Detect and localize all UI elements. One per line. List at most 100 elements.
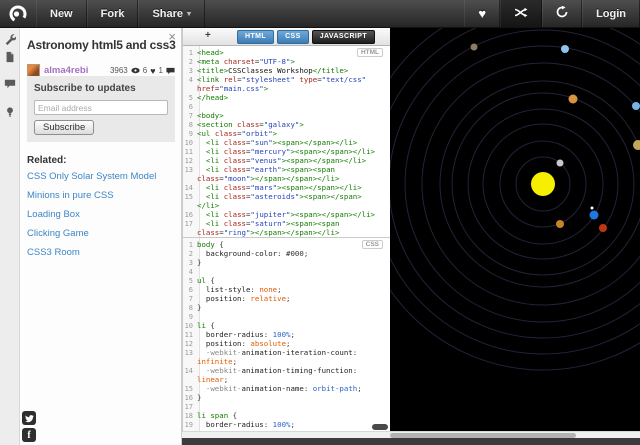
refresh-button[interactable] xyxy=(542,0,583,27)
code-line: 5 ul { xyxy=(188,276,215,285)
planet-mars xyxy=(599,224,607,232)
planet-sun xyxy=(531,172,555,196)
solar-system-preview xyxy=(390,28,640,371)
code-line: 10 li { xyxy=(184,321,215,330)
code-line: 16 <li class="jupiter"><span></span></li… xyxy=(184,210,376,219)
preview-panel xyxy=(390,28,640,431)
editor-column: + HTML CSS JAVASCRIPT HTML 1 <head> 2 <meta c… xyxy=(182,28,391,431)
heart-icon: ♥ xyxy=(478,6,487,21)
code-line: 19 border-radius: 100%; xyxy=(184,420,295,429)
planet-earth xyxy=(589,210,599,220)
code-line: 5 </head> xyxy=(188,93,229,102)
topbar-right: ♥ Login xyxy=(464,0,640,27)
cssdeck-app: New Fork Share ▾ ♥ Login × Astronomy htm… xyxy=(0,0,640,445)
html-editor[interactable]: HTML 1 <head> 2 <meta charset="UTF-8"> 3 <tit… xyxy=(183,46,391,237)
code-line: 2 background-color: #000; xyxy=(188,249,309,258)
code-line: href="main.css"> xyxy=(197,84,269,93)
subscribe-heading: Subscribe to updates xyxy=(34,83,136,94)
planet-jupiter xyxy=(568,94,578,104)
related-link[interactable]: Loading Box xyxy=(27,209,177,220)
code-line: 6 xyxy=(188,103,193,111)
comment-icon xyxy=(166,67,175,75)
related-link[interactable]: CSS Only Solar System Model xyxy=(27,171,177,182)
code-line: 6 list-style: none; xyxy=(188,285,282,294)
code-line: 4 xyxy=(188,268,193,276)
code-line: linear; xyxy=(197,375,229,384)
code-line: 11 <li class="mercury"><span></span></li… xyxy=(184,147,376,156)
editor-tabs: HTML CSS JAVASCRIPT xyxy=(237,30,375,44)
code-line: 8} xyxy=(188,303,202,312)
shuffle-icon xyxy=(514,7,528,21)
tab-html[interactable]: HTML xyxy=(237,30,275,44)
html-badge: HTML xyxy=(356,48,383,57)
horizontal-scrollbar[interactable] xyxy=(182,431,640,438)
code-line: 18 li span { xyxy=(184,411,238,420)
planet-mercury xyxy=(556,159,564,167)
code-line: 3} xyxy=(188,258,202,267)
share-menu-button[interactable]: Share ▾ xyxy=(138,0,206,27)
tab-css[interactable]: CSS xyxy=(277,30,309,44)
stats: 3963 6 ♥ 1 xyxy=(110,66,175,76)
code-line: 12 <li class="venus"><span></span></li> xyxy=(184,156,367,165)
related-heading: Related: xyxy=(27,155,67,166)
subscribe-button[interactable]: Subscribe xyxy=(34,119,95,135)
code-line: 17 xyxy=(184,403,193,411)
code-line: class="ring"></span></span></li> xyxy=(197,228,340,237)
wrench-icon[interactable] xyxy=(4,32,17,46)
code-line: 14 -webkit-animation-timing-function: xyxy=(184,366,358,375)
email-field[interactable] xyxy=(34,100,168,115)
editor-tabbar: + HTML CSS JAVASCRIPT xyxy=(183,28,391,46)
code-line: class="moon"></span></span></li> xyxy=(197,174,340,183)
comments-count: 1 xyxy=(158,66,163,75)
like-button[interactable]: ♥ xyxy=(464,0,501,27)
code-line: 7 position: relative; xyxy=(188,294,291,303)
facebook-icon[interactable]: f xyxy=(22,428,36,442)
login-button[interactable]: Login xyxy=(582,0,640,27)
related-link[interactable]: Clicking Game xyxy=(27,228,177,239)
caret-down-icon: ▾ xyxy=(187,9,192,18)
views-count: 3963 xyxy=(109,66,128,75)
code-line: 2 <meta charset="UTF-8"> xyxy=(188,57,295,66)
code-line: 9 xyxy=(188,313,193,321)
code-line: infinite; xyxy=(197,357,238,366)
code-line: 12 position: absolute; xyxy=(184,339,291,348)
cssdeck-logo-icon[interactable] xyxy=(0,0,36,27)
code-line: 3 <title>CSSClasses Workshop</title> xyxy=(188,66,349,75)
planet-moon xyxy=(590,206,594,210)
planet-venus xyxy=(556,220,564,228)
editor-scrollbar-thumb[interactable] xyxy=(372,424,388,430)
planet-neptune xyxy=(632,102,640,110)
planet-pluto xyxy=(470,43,478,51)
lightbulb-icon[interactable] xyxy=(4,105,16,117)
document-icon[interactable] xyxy=(4,50,16,63)
eye-icon xyxy=(131,67,140,75)
comments-icon[interactable] xyxy=(4,77,16,89)
new-button[interactable]: New xyxy=(36,0,87,27)
related-links: CSS Only Solar System Model Minions in pu… xyxy=(27,171,177,266)
code-line: 16} xyxy=(184,393,202,402)
code-line: 4 <link rel="stylesheet" type="text/css" xyxy=(188,75,367,84)
code-line: 14 <li class="mars"><span></span></li> xyxy=(184,183,362,192)
code-line: 17 <li class="saturn"><span><span xyxy=(184,219,340,228)
add-tab-icon[interactable]: + xyxy=(205,30,211,41)
twitter-icon[interactable] xyxy=(22,411,36,425)
code-line: 11 border-radius: 100%; xyxy=(184,330,295,339)
bottom-bar xyxy=(182,438,640,445)
author-username[interactable]: alma4rebi xyxy=(44,65,88,76)
tool-sidebar xyxy=(0,28,20,445)
info-panel: × Astronomy html5 and css3 alma4rebi 396… xyxy=(20,28,182,445)
code-line: 15 <li class="asteroids"><span></span> xyxy=(184,192,362,201)
css-badge: CSS xyxy=(361,240,383,249)
fork-button[interactable]: Fork xyxy=(86,0,139,27)
shuffle-button[interactable] xyxy=(500,0,543,27)
likes-count: 6 xyxy=(142,66,148,75)
code-line: </li> xyxy=(197,201,220,210)
heart-icon: ♥ xyxy=(150,65,156,76)
refresh-icon xyxy=(556,5,568,21)
related-link[interactable]: Minions in pure CSS xyxy=(27,190,177,201)
tab-javascript[interactable]: JAVASCRIPT xyxy=(311,30,375,44)
css-editor[interactable]: CSS 1 body {2 background-color: #000; 3} 4 5… xyxy=(183,237,391,431)
planet-uranus xyxy=(561,45,569,53)
related-link[interactable]: CSS3 Room xyxy=(27,247,177,258)
code-line: 10 <li class="sun"><span></span></li> xyxy=(184,138,358,147)
